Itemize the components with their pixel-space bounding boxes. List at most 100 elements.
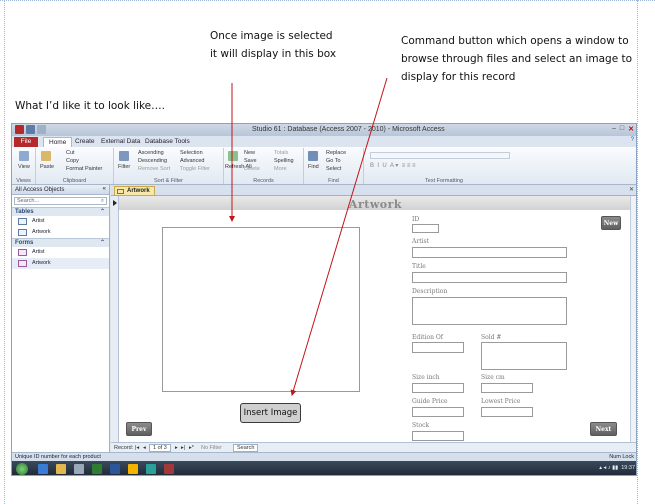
tab-database-tools[interactable]: Database Tools — [140, 137, 195, 146]
description-field[interactable] — [412, 297, 567, 325]
nav-item-table-artist[interactable]: Artist — [12, 216, 109, 227]
word-icon[interactable] — [110, 464, 120, 474]
document-border-top — [0, 0, 655, 1]
first-record-icon[interactable]: |◂ — [135, 445, 139, 451]
publisher-icon[interactable] — [146, 464, 156, 474]
edition-of-label: Edition Of — [412, 334, 443, 341]
title-field[interactable] — [412, 272, 567, 283]
tab-file[interactable]: File — [14, 137, 38, 147]
formatting-buttons[interactable]: B I U A ▾ ≡ ≡ ≡ — [370, 162, 510, 169]
close-icon[interactable]: ✕ — [628, 125, 634, 133]
chrome-icon[interactable] — [128, 464, 138, 474]
more-button[interactable]: More — [274, 166, 287, 172]
command-note-line1: Command button which opens a window to — [401, 35, 629, 47]
tray-icons[interactable]: ▴ ◂ ♪ ▮▮ — [599, 465, 621, 471]
table-icon — [18, 229, 27, 236]
help-icon[interactable]: ? — [631, 137, 634, 143]
select-button[interactable]: Select — [326, 166, 341, 172]
previous-record-icon[interactable]: ◂ — [143, 445, 146, 451]
new-record-icon[interactable]: ▸* — [189, 445, 194, 451]
font-selector[interactable] — [370, 152, 510, 159]
maximize-icon[interactable]: □ — [620, 125, 624, 133]
save-icon[interactable] — [26, 125, 35, 134]
view-button[interactable]: View — [18, 164, 30, 170]
record-position-input[interactable]: 1 of 3 — [149, 444, 171, 452]
no-filter-indicator[interactable]: No Filter — [201, 445, 222, 451]
start-button-icon[interactable] — [16, 463, 28, 475]
tab-external-data[interactable]: External Data — [96, 137, 145, 146]
navigation-pane: All Access Objects « Search... ⌕ Tables … — [12, 185, 110, 464]
ie-icon[interactable] — [38, 464, 48, 474]
stock-label: Stock — [412, 422, 430, 429]
toggle-filter-button[interactable]: Toggle Filter — [180, 166, 210, 172]
ribbon-tabs: File Home Create External Data Database … — [12, 136, 636, 147]
form-vertical-scrollbar[interactable] — [630, 196, 636, 442]
ascending-button[interactable]: Ascending — [138, 150, 164, 156]
chevron-up-icon: ⌃ — [99, 240, 105, 246]
new-button[interactable]: New — [601, 216, 621, 230]
replace-button[interactable]: Replace — [326, 150, 346, 156]
selection-button[interactable]: Selection — [180, 150, 203, 156]
guide-price-field[interactable] — [412, 407, 464, 417]
format-painter-button[interactable]: Format Painter — [66, 166, 102, 172]
next-record-icon[interactable]: ▸ — [175, 445, 178, 451]
totals-button[interactable]: Totals — [274, 150, 288, 156]
size-cm-field[interactable] — [481, 383, 533, 393]
filter-button[interactable]: Filter — [118, 164, 130, 170]
sold-field[interactable] — [481, 342, 567, 370]
copy-button[interactable]: Copy — [66, 158, 79, 164]
folder-icon[interactable] — [56, 464, 66, 474]
tool-icon[interactable] — [74, 464, 84, 474]
undo-icon[interactable] — [37, 125, 46, 134]
sold-label: Sold # — [481, 334, 502, 341]
edition-of-field[interactable] — [412, 342, 464, 353]
artist-label: Artist — [412, 238, 430, 245]
title-label: Title — [412, 263, 426, 270]
next-button[interactable]: Next — [590, 422, 617, 436]
insert-image-button[interactable]: Insert Image — [240, 403, 301, 423]
nav-item-form-artwork[interactable]: Artwork — [12, 258, 109, 269]
save-record-button[interactable]: Save — [244, 158, 257, 164]
lowest-price-field[interactable] — [481, 407, 533, 417]
nav-item-table-artwork[interactable]: Artwork — [12, 227, 109, 238]
find-group-label: Find — [328, 178, 339, 184]
tab-home[interactable]: Home — [43, 137, 73, 147]
current-record-icon — [113, 200, 117, 206]
cut-button[interactable]: Cut — [66, 150, 75, 156]
size-inch-label: Size inch — [412, 374, 440, 381]
access-icon[interactable] — [164, 464, 174, 474]
advanced-button[interactable]: Advanced — [180, 158, 204, 164]
stock-field[interactable] — [412, 431, 464, 441]
size-inch-field[interactable] — [412, 383, 464, 393]
excel-icon[interactable] — [92, 464, 102, 474]
image-box-note-line2: it will display in this box — [210, 48, 337, 60]
nav-pane-header[interactable]: All Access Objects « — [12, 185, 109, 195]
last-record-icon[interactable]: ▸| — [181, 445, 185, 451]
text-formatting-group-label: Text Formatting — [425, 178, 463, 184]
status-text: Unique ID number for each product — [15, 454, 101, 460]
remove-sort-button[interactable]: Remove Sort — [138, 166, 170, 172]
spelling-button[interactable]: Spelling — [274, 158, 294, 164]
find-button[interactable]: Find — [308, 164, 319, 170]
record-search-input[interactable]: Search — [233, 444, 259, 452]
close-document-icon[interactable]: ✕ — [629, 186, 634, 193]
nav-item-form-artist[interactable]: Artist — [12, 247, 109, 258]
artist-field[interactable] — [412, 247, 567, 258]
collapse-pane-icon[interactable]: « — [103, 186, 106, 192]
tab-artwork-form[interactable]: Artwork — [114, 186, 155, 196]
sort-filter-group-label: Sort & Filter — [153, 178, 184, 184]
nav-search-input[interactable]: Search... ⌕ — [14, 197, 107, 205]
nav-group-tables[interactable]: Tables ⌃ — [12, 207, 109, 216]
go-to-button[interactable]: Go To — [326, 158, 341, 164]
search-icon[interactable]: ⌕ — [101, 198, 104, 205]
form-title: Artwork — [348, 198, 403, 211]
descending-button[interactable]: Descending — [138, 158, 167, 164]
minimize-icon[interactable]: – — [612, 125, 616, 133]
prev-button[interactable]: Prev — [126, 422, 152, 436]
new-record-button[interactable]: New — [244, 150, 255, 156]
paste-button[interactable]: Paste — [40, 164, 54, 170]
delete-record-button[interactable]: Delete — [244, 166, 260, 172]
id-field[interactable] — [412, 224, 439, 233]
record-selector[interactable] — [111, 196, 119, 442]
nav-group-forms[interactable]: Forms ⌃ — [12, 238, 109, 247]
